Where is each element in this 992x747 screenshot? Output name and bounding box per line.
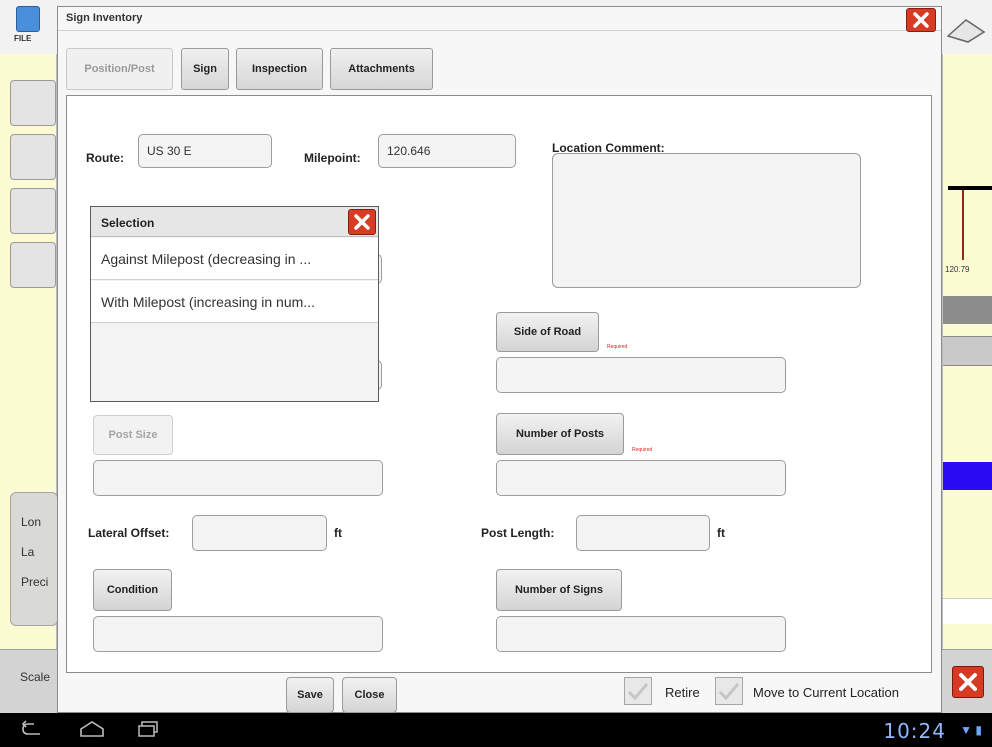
milepoint-label: Milepoint: bbox=[304, 151, 361, 165]
number-of-posts-button[interactable]: Number of Posts bbox=[496, 413, 624, 455]
dialog-title: Sign Inventory bbox=[66, 12, 143, 24]
tab-attachments[interactable]: Attachments bbox=[330, 48, 433, 90]
left-tool-button-1[interactable] bbox=[10, 80, 56, 126]
latitude-label: La bbox=[21, 545, 35, 559]
map-milepoint-label: 120.79 bbox=[945, 265, 970, 274]
milepoint-input[interactable] bbox=[387, 144, 507, 158]
file-label: FILE bbox=[14, 34, 32, 43]
lateral-offset-unit: ft bbox=[334, 526, 342, 540]
eraser-icon[interactable] bbox=[944, 14, 988, 44]
checkmark-icon bbox=[718, 683, 740, 701]
file-icon bbox=[16, 6, 40, 32]
lateral-offset-field[interactable] bbox=[192, 515, 327, 551]
clock: 10:24 bbox=[883, 719, 946, 743]
selection-popup: Selection Against Milepost (decreasing i… bbox=[90, 206, 379, 402]
milepoint-field[interactable] bbox=[378, 134, 516, 168]
screen: FILE Lon La Preci 120.79 Scale Sign Inve… bbox=[0, 0, 992, 747]
number-of-posts-field[interactable] bbox=[496, 460, 786, 496]
home-button[interactable] bbox=[78, 720, 106, 743]
selection-popup-title: Selection bbox=[101, 216, 155, 230]
coordinates-panel: Lon La Preci bbox=[10, 492, 58, 626]
close-icon bbox=[354, 214, 370, 230]
wifi-battery-icon: ▼ ▮ bbox=[960, 723, 982, 737]
recent-apps-icon bbox=[138, 721, 158, 737]
checkmark-icon bbox=[627, 683, 649, 701]
app-close-button[interactable] bbox=[952, 666, 984, 698]
retire-label: Retire bbox=[665, 685, 700, 700]
move-to-current-location-checkbox[interactable] bbox=[715, 677, 743, 705]
location-comment-textarea[interactable] bbox=[552, 153, 861, 288]
post-length-label: Post Length: bbox=[481, 526, 555, 540]
sign-inventory-dialog: Sign Inventory Position/Post Sign Inspec… bbox=[57, 6, 942, 713]
map-highlight-segment bbox=[943, 462, 992, 490]
close-icon bbox=[913, 12, 929, 28]
number-of-posts-required: Required bbox=[632, 447, 653, 453]
route-input[interactable] bbox=[147, 144, 263, 158]
precision-label: Preci bbox=[21, 575, 49, 589]
tab-sign[interactable]: Sign bbox=[181, 48, 229, 90]
selection-popup-close-button[interactable] bbox=[348, 209, 376, 235]
post-length-unit: ft bbox=[717, 526, 725, 540]
map-segment bbox=[943, 598, 992, 624]
post-size-field[interactable] bbox=[93, 460, 383, 496]
map-segment bbox=[943, 296, 992, 324]
selection-popup-header: Selection bbox=[91, 207, 378, 237]
post-length-field[interactable] bbox=[576, 515, 710, 551]
map-segment bbox=[943, 336, 992, 366]
scale-label: Scale bbox=[20, 670, 51, 684]
left-tool-button-3[interactable] bbox=[10, 188, 56, 234]
tab-position-post[interactable]: Position/Post bbox=[66, 48, 173, 90]
file-menu-button[interactable]: FILE bbox=[14, 6, 42, 46]
number-of-signs-button[interactable]: Number of Signs bbox=[496, 569, 622, 611]
retire-checkbox[interactable] bbox=[624, 677, 652, 705]
post-size-button[interactable]: Post Size bbox=[93, 415, 173, 455]
condition-field[interactable] bbox=[93, 616, 383, 652]
route-field[interactable] bbox=[138, 134, 272, 168]
lateral-offset-input[interactable] bbox=[201, 526, 318, 540]
home-icon bbox=[80, 721, 104, 737]
left-tool-button-4[interactable] bbox=[10, 242, 56, 288]
condition-button[interactable]: Condition bbox=[93, 569, 172, 611]
back-icon bbox=[21, 720, 40, 735]
recent-apps-button[interactable] bbox=[136, 720, 160, 743]
side-of-road-field[interactable] bbox=[496, 357, 786, 393]
side-of-road-button[interactable]: Side of Road bbox=[496, 312, 599, 352]
lateral-offset-label: Lateral Offset: bbox=[88, 526, 170, 540]
dialog-title-bar: Sign Inventory bbox=[58, 7, 941, 32]
save-button[interactable]: Save bbox=[286, 677, 334, 713]
route-label: Route: bbox=[86, 151, 124, 165]
post-length-input[interactable] bbox=[585, 526, 701, 540]
close-icon bbox=[959, 673, 977, 691]
selection-option-against-milepost[interactable]: Against Milepost (decreasing in ... bbox=[91, 238, 378, 280]
number-of-signs-field[interactable] bbox=[496, 616, 786, 652]
back-button[interactable] bbox=[20, 720, 44, 743]
map-marker-bar bbox=[948, 186, 992, 190]
map-marker-line bbox=[962, 190, 964, 260]
tab-inspection[interactable]: Inspection bbox=[236, 48, 323, 90]
move-to-current-location-label: Move to Current Location bbox=[753, 685, 899, 700]
longitude-label: Lon bbox=[21, 515, 42, 529]
left-tool-button-2[interactable] bbox=[10, 134, 56, 180]
system-navigation-bar: 10:24 ▼ ▮ bbox=[0, 713, 992, 747]
close-button[interactable]: Close bbox=[342, 677, 397, 713]
side-of-road-required: Required bbox=[607, 344, 628, 350]
selection-option-with-milepost[interactable]: With Milepost (increasing in num... bbox=[91, 281, 378, 323]
dialog-close-button[interactable] bbox=[906, 8, 936, 32]
